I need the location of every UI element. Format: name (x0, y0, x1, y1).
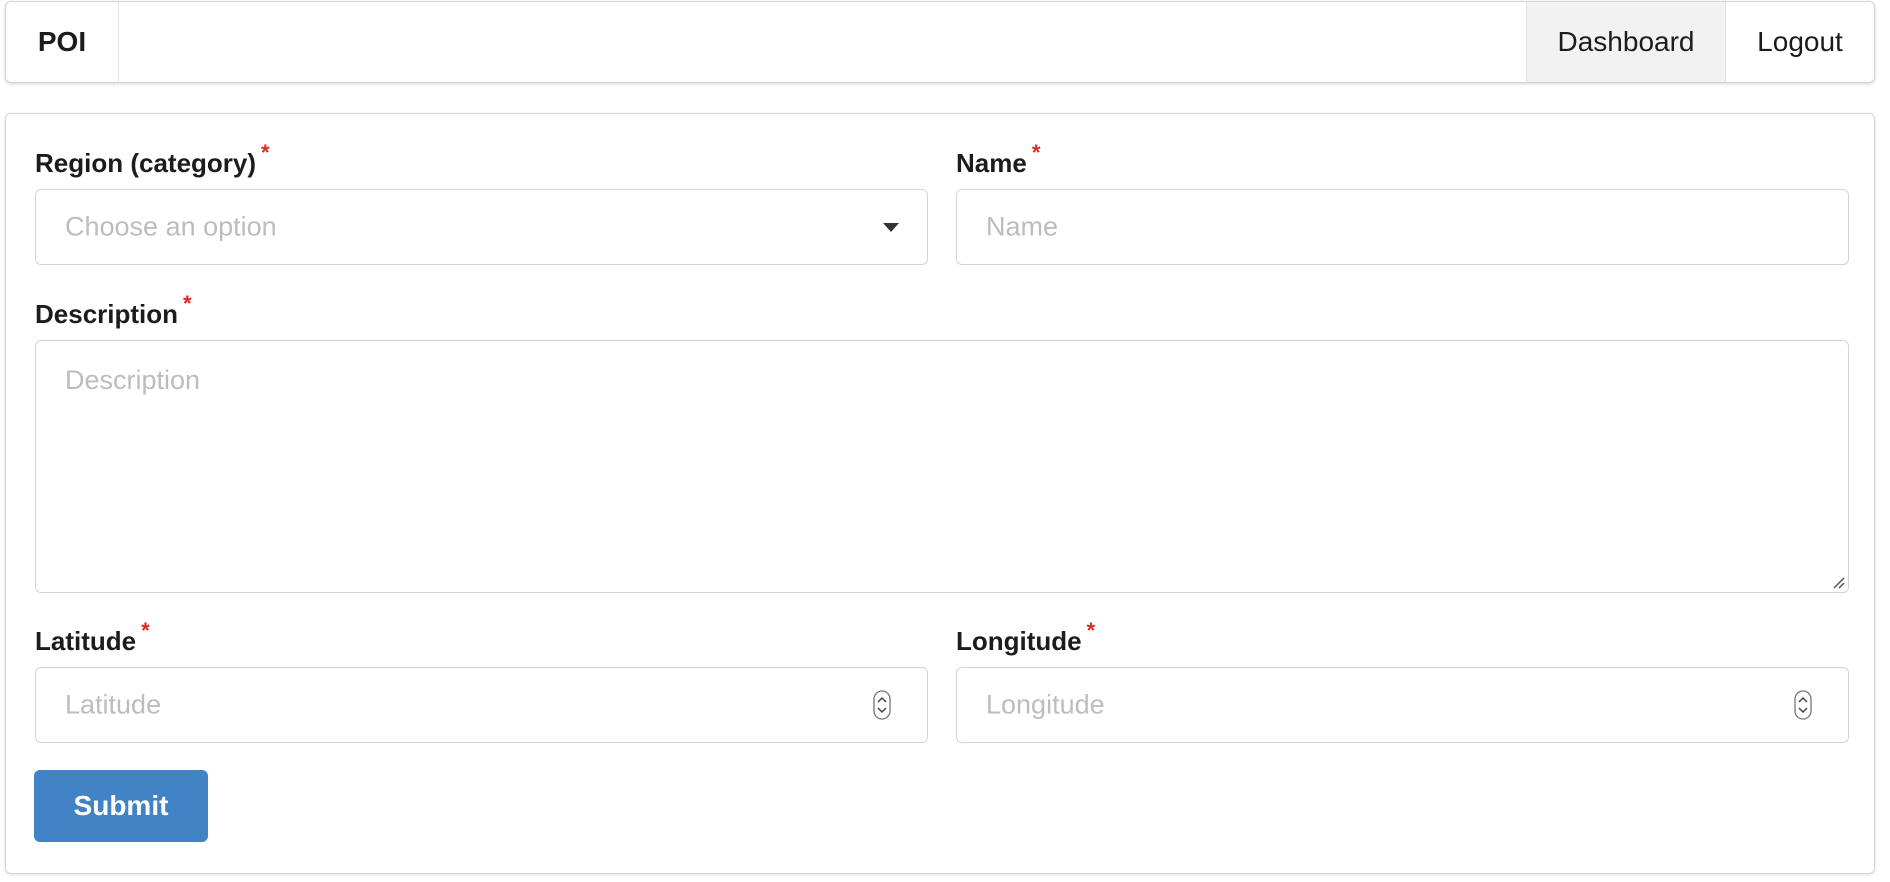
name-label: Name * (956, 140, 1040, 179)
latitude-label-text: Latitude (35, 626, 137, 656)
longitude-placeholder: Longitude (986, 689, 1105, 720)
latitude-input[interactable]: Latitude (35, 667, 928, 743)
menu-spacer (119, 2, 1526, 82)
number-spinner-icon[interactable] (1794, 690, 1812, 720)
name-label-text: Name (956, 148, 1027, 178)
latitude-label: Latitude * (35, 618, 150, 657)
required-marker: * (1031, 140, 1041, 165)
dashboard-link[interactable]: Dashboard (1526, 2, 1726, 82)
submit-button[interactable]: Submit (34, 770, 208, 842)
description-label-text: Description (35, 299, 179, 329)
poi-form: Region (category) * Choose an option Name… (5, 113, 1875, 874)
region-label: Region (category) * (35, 140, 270, 179)
latitude-placeholder: Latitude (65, 689, 162, 720)
required-marker: * (141, 618, 150, 643)
number-spinner-icon[interactable] (873, 690, 891, 720)
name-input[interactable]: Name (956, 189, 1849, 265)
region-select[interactable]: Choose an option (35, 189, 928, 265)
longitude-label-text: Longitude (956, 626, 1082, 656)
required-marker: * (261, 140, 270, 165)
resize-handle-icon[interactable] (1830, 574, 1846, 590)
longitude-label: Longitude * (956, 618, 1095, 657)
description-placeholder: Description (65, 365, 201, 395)
top-menu: POI Dashboard Logout (5, 1, 1875, 83)
dropdown-icon (883, 223, 899, 232)
longitude-input[interactable]: Longitude (956, 667, 1849, 743)
description-label: Description * (35, 291, 192, 330)
brand-logo[interactable]: POI (6, 2, 119, 82)
name-placeholder: Name (986, 211, 1059, 242)
required-marker: * (1086, 618, 1096, 643)
required-marker: * (183, 291, 192, 316)
description-textarea[interactable]: Description (35, 340, 1849, 593)
logout-link[interactable]: Logout (1726, 2, 1874, 82)
region-placeholder: Choose an option (65, 211, 277, 242)
region-label-text: Region (category) (35, 148, 257, 178)
